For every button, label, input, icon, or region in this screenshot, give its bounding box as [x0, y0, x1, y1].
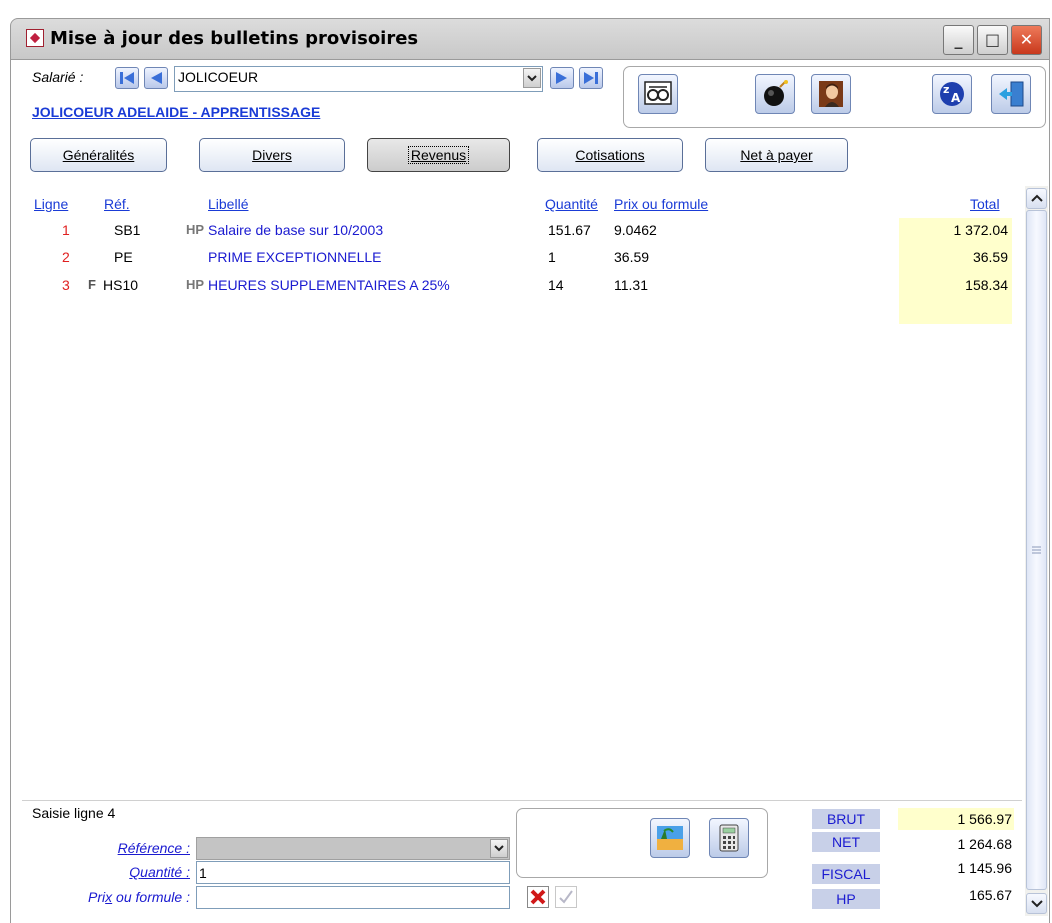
net-label: NET	[812, 832, 880, 852]
quantite-input[interactable]	[196, 861, 510, 884]
prix-input[interactable]	[196, 886, 510, 909]
hp-label: HP	[812, 889, 880, 909]
cancel-icon	[530, 889, 546, 905]
col-header-total[interactable]: Total	[970, 196, 1000, 212]
app-icon	[26, 29, 44, 47]
entry-title: Saisie ligne 4	[32, 805, 116, 821]
scroll-down-button[interactable]	[1026, 893, 1047, 914]
landscape-icon	[657, 826, 683, 850]
exit-button[interactable]	[991, 74, 1031, 114]
row-line-number: 2	[62, 249, 70, 265]
sort-button[interactable]: z A	[932, 74, 972, 114]
bomb-icon	[764, 80, 788, 106]
grip-icon	[1032, 546, 1041, 554]
employee-combo-value: JOLICOEUR	[178, 69, 259, 85]
row-flag: F	[88, 277, 96, 292]
row-total: 36.59	[972, 249, 1008, 265]
row-prix: 9.0462	[614, 222, 657, 238]
row-libelle: Salaire de base sur 10/2003	[208, 222, 384, 238]
table-row[interactable]	[22, 246, 1022, 270]
person-icon	[819, 81, 843, 107]
calculator-button[interactable]	[709, 818, 749, 858]
reference-dropdown-arrow[interactable]	[490, 839, 508, 858]
row-quantite: 151.67	[548, 222, 591, 238]
delete-bulletin-button[interactable]	[755, 74, 795, 114]
row-line-number: 3	[62, 277, 70, 293]
maximize-button[interactable]: □	[977, 25, 1008, 55]
last-employee-button[interactable]	[579, 67, 603, 89]
row-quantite: 1	[548, 249, 556, 265]
chevron-down-icon	[494, 845, 504, 852]
row-prix: 36.59	[614, 249, 650, 265]
net-value: 1 264.68	[957, 836, 1013, 852]
table-row[interactable]	[22, 274, 1022, 298]
prix-label: Prix ou formule :	[88, 889, 190, 905]
fiscal-label: FISCAL	[812, 864, 880, 884]
row-tag: HP	[186, 222, 205, 237]
tab-generalites[interactable]: Généralités	[30, 138, 167, 172]
row-total: 1 372.04	[953, 222, 1009, 238]
fiscal-value: 1 145.96	[957, 860, 1013, 876]
validate-button[interactable]	[555, 886, 577, 908]
employee-card-button[interactable]	[811, 74, 851, 114]
quantite-label: Quantité :	[129, 864, 190, 880]
next-employee-button[interactable]	[550, 67, 574, 89]
scroll-up-button[interactable]	[1026, 188, 1047, 209]
col-header-prix[interactable]: Prix ou formule	[614, 196, 708, 212]
previous-icon	[151, 72, 162, 84]
col-header-libelle[interactable]: Libellé	[208, 196, 248, 212]
hp-value: 165.67	[969, 887, 1012, 903]
col-header-quantite[interactable]: Quantité	[545, 196, 598, 212]
row-ref: HS10	[103, 277, 139, 293]
employee-dropdown-arrow[interactable]	[523, 68, 541, 88]
next-icon	[556, 72, 567, 84]
bottom-separator	[22, 800, 1022, 801]
cancel-button[interactable]	[527, 886, 549, 908]
calculator-icon	[719, 824, 739, 852]
view-button[interactable]	[638, 74, 678, 114]
window-title: Mise à jour des bulletins provisoires	[50, 28, 419, 49]
tab-net-a-payer[interactable]: Net à payer	[705, 138, 848, 172]
last-icon	[584, 72, 598, 84]
col-header-ref[interactable]: Réf.	[104, 196, 130, 212]
reference-combo[interactable]	[196, 837, 510, 860]
close-button[interactable]: ✕	[1011, 25, 1042, 55]
svg-text:z: z	[943, 83, 949, 96]
employee-fullname-link[interactable]: JOLICOEUR ADELAIDE - APPRENTISSAGE	[32, 104, 320, 120]
validate-icon	[559, 890, 573, 904]
svg-text:A: A	[951, 91, 961, 105]
row-libelle: HEURES SUPPLEMENTAIRES A 25%	[208, 277, 450, 293]
first-icon	[120, 72, 134, 84]
chevron-down-icon	[1031, 900, 1043, 908]
tab-divers[interactable]: Divers	[199, 138, 345, 172]
table-row[interactable]	[22, 218, 1022, 242]
brut-label: BRUT	[812, 809, 880, 829]
row-quantite: 14	[548, 277, 564, 293]
glasses-icon	[644, 81, 672, 105]
brut-value: 1 566.97	[957, 811, 1013, 827]
sort-za-icon: z A	[940, 82, 964, 106]
window-client-area	[10, 60, 1050, 923]
col-header-ligne[interactable]: Ligne	[34, 196, 68, 212]
minimize-button[interactable]: _	[943, 25, 974, 55]
row-tag: HP	[186, 277, 205, 292]
chevron-down-icon	[527, 75, 537, 82]
tab-cotisations[interactable]: Cotisations	[537, 138, 683, 172]
salarie-label: Salarié :	[32, 69, 84, 85]
chevron-up-icon	[1031, 194, 1043, 202]
row-ref: SB1	[114, 222, 141, 238]
row-total: 158.34	[965, 277, 1008, 293]
first-employee-button[interactable]	[115, 67, 139, 89]
row-prix: 11.31	[614, 277, 648, 293]
row-line-number: 1	[62, 222, 70, 238]
exit-door-icon	[999, 81, 1024, 107]
picture-button[interactable]	[650, 818, 690, 858]
row-ref: PE	[114, 249, 133, 265]
tab-revenus[interactable]: Revenus	[367, 138, 510, 172]
scroll-thumb[interactable]	[1026, 210, 1047, 890]
row-libelle: PRIME EXCEPTIONNELLE	[208, 249, 382, 265]
previous-employee-button[interactable]	[144, 67, 168, 89]
reference-label: Référence :	[117, 840, 190, 856]
